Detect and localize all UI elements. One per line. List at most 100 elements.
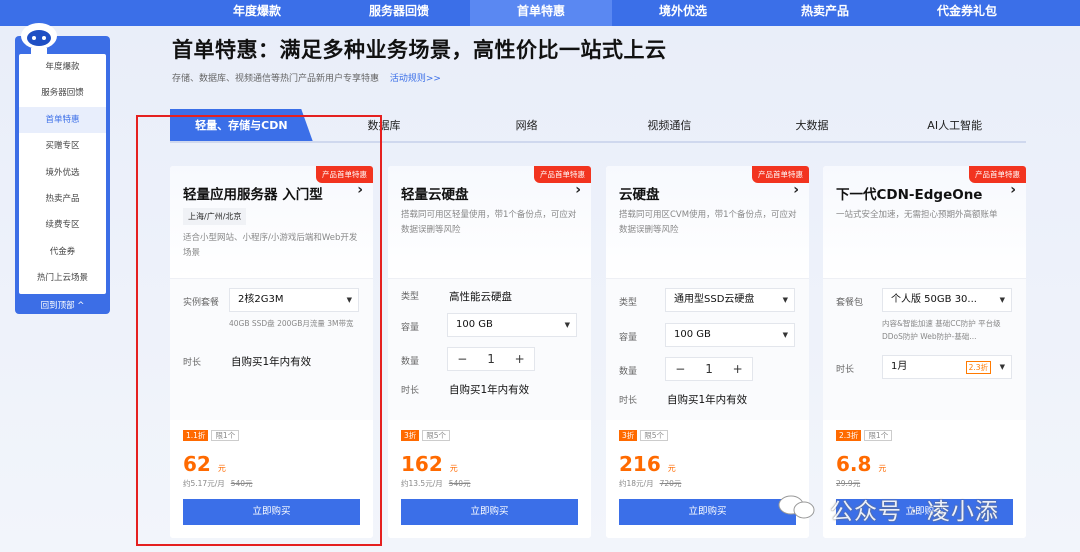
nav-annual[interactable]: 年度爆款 bbox=[186, 0, 328, 26]
side-item-first-order[interactable]: 首单特惠 bbox=[19, 106, 106, 134]
product-desc: 搭载同可用区CVM使用，带1个备份点，可应对数据误删等风险 bbox=[619, 210, 797, 235]
promo-ribbon: 产品首单特惠 bbox=[534, 166, 591, 183]
buy-button[interactable]: 立即购买 bbox=[401, 499, 578, 525]
nav-server[interactable]: 服务器回馈 bbox=[328, 0, 470, 26]
original-price: 540元 bbox=[448, 479, 471, 488]
product-desc: 一站式安全加速，无需担心预期外高额账单 bbox=[836, 210, 998, 220]
quantity-value[interactable]: 1 bbox=[695, 358, 724, 380]
nav-hot[interactable]: 热卖产品 bbox=[754, 0, 896, 26]
mascot-icon bbox=[21, 23, 57, 54]
product-card-light-disk: 产品首单特惠 轻量云硬盘 › 搭载同可用区轻量使用，带1个备份点，可应对数据误删… bbox=[388, 166, 591, 538]
top-nav: 年度爆款 服务器回馈 首单特惠 境外优选 热卖产品 代金券礼包 bbox=[0, 0, 1080, 26]
type-value: 高性能云硬盘 bbox=[449, 291, 512, 303]
subtitle-text: 存储、数据库、视频通信等热门产品新用户专享特惠 bbox=[172, 74, 380, 84]
side-item-scenes[interactable]: 热门上云场景 bbox=[19, 265, 106, 291]
quantity-value[interactable]: 1 bbox=[477, 348, 506, 370]
side-item-renew[interactable]: 续费专区 bbox=[19, 212, 106, 238]
duration-value: 自购买1年内有效 bbox=[667, 394, 748, 406]
tab-network[interactable]: 网络 bbox=[455, 109, 598, 141]
nav-overseas[interactable]: 境外优选 bbox=[612, 0, 754, 26]
price-unit: 元 bbox=[667, 464, 676, 473]
page-subtitle: 存储、数据库、视频通信等热门产品新用户专享特惠 活动规则>> bbox=[172, 71, 441, 84]
minus-icon[interactable]: − bbox=[666, 358, 695, 380]
duration-label: 时长 bbox=[836, 365, 855, 375]
type-select[interactable]: 通用型SSD云硬盘 ▼ bbox=[665, 288, 795, 312]
product-name[interactable]: 云硬盘 bbox=[619, 183, 660, 203]
product-desc: 搭载同可用区轻量使用，带1个备份点，可应对数据误删等风险 bbox=[401, 210, 577, 235]
buy-button[interactable]: 立即购买 bbox=[619, 499, 796, 525]
price-sub: 29.9元 bbox=[836, 478, 860, 489]
nav-first-order[interactable]: 首单特惠 bbox=[470, 0, 612, 26]
package-label: 套餐包 bbox=[836, 298, 864, 308]
quantity-stepper[interactable]: − 1 + bbox=[665, 357, 753, 381]
promo-ribbon: 产品首单特惠 bbox=[752, 166, 809, 183]
price-unit: 元 bbox=[878, 464, 887, 473]
promo-ribbon: 产品首单特惠 bbox=[969, 166, 1026, 183]
duration-select-value: 1月 bbox=[891, 361, 908, 372]
capacity-select[interactable]: 100 GB ▼ bbox=[665, 323, 795, 347]
package-select-value: 个人版 50GB 30... bbox=[891, 294, 977, 305]
product-name[interactable]: 轻量云硬盘 bbox=[401, 183, 469, 203]
limit-badge: 限1个 bbox=[864, 430, 893, 441]
chevron-right-icon[interactable]: › bbox=[575, 182, 581, 198]
plus-icon[interactable]: + bbox=[505, 348, 534, 370]
type-label: 类型 bbox=[619, 298, 638, 308]
monthly-price: 约13.5元/月 bbox=[401, 479, 443, 488]
plus-icon[interactable]: + bbox=[723, 358, 752, 380]
side-item-hot[interactable]: 热卖产品 bbox=[19, 186, 106, 212]
caret-down-icon: ▼ bbox=[564, 321, 570, 329]
monthly-price: 约18元/月 bbox=[619, 479, 654, 488]
price-unit: 元 bbox=[449, 464, 458, 473]
caret-down-icon: ▼ bbox=[782, 331, 788, 339]
price: 6.8 元 bbox=[836, 452, 886, 476]
card-options: 类型 通用型SSD云硬盘 ▼ 容量 100 GB ▼ 数量 − 1 + 时长 自… bbox=[606, 278, 809, 420]
side-item-server[interactable]: 服务器回馈 bbox=[19, 80, 106, 106]
price-area: 3折 限5个 216 元 约18元/月 720元 立即购买 bbox=[606, 420, 809, 538]
chevron-right-icon[interactable]: › bbox=[1010, 182, 1016, 198]
price-sub: 约18元/月 720元 bbox=[619, 478, 681, 489]
type-select-value: 通用型SSD云硬盘 bbox=[674, 294, 755, 305]
discount-badge: 2.3折 bbox=[836, 430, 862, 441]
side-item-annual[interactable]: 年度爆款 bbox=[19, 54, 106, 80]
watermark: 公众号 · 凌小添 bbox=[830, 499, 999, 525]
package-select[interactable]: 个人版 50GB 30... ▼ bbox=[882, 288, 1012, 312]
side-nav: 年度爆款 服务器回馈 首单特惠 买赠专区 境外优选 热卖产品 续费专区 代金券 … bbox=[15, 23, 110, 314]
type-label: 类型 bbox=[401, 292, 420, 302]
back-to-top-button[interactable]: 回到顶部 ^ bbox=[15, 299, 110, 311]
duration-discount: 2.3折 bbox=[965, 361, 991, 374]
capacity-select-value: 100 GB bbox=[456, 319, 493, 330]
discount-badges: 3折 限5个 bbox=[401, 430, 451, 441]
price-area: 3折 限5个 162 元 约13.5元/月 540元 立即购买 bbox=[388, 420, 591, 538]
card-options: 套餐包 个人版 50GB 30... ▼ 内容&智能加速 基础CC防护 平台级D… bbox=[823, 278, 1026, 420]
product-card-edgeone: 产品首单特惠 下一代CDN-EdgeOne › 一站式安全加速，无需担心预期外高… bbox=[823, 166, 1026, 538]
discount-badge: 3折 bbox=[401, 430, 420, 441]
price-value: 162 bbox=[401, 452, 443, 476]
highlight-box bbox=[136, 115, 382, 546]
caret-down-icon: ▼ bbox=[999, 363, 1005, 371]
capacity-select[interactable]: 100 GB ▼ bbox=[447, 313, 577, 337]
tab-ai[interactable]: AI人工智能 bbox=[883, 109, 1026, 141]
side-item-overseas[interactable]: 境外优选 bbox=[19, 160, 106, 186]
price-value: 6.8 bbox=[836, 452, 872, 476]
original-price: 720元 bbox=[659, 479, 682, 488]
minus-icon[interactable]: − bbox=[448, 348, 477, 370]
chevron-right-icon[interactable]: › bbox=[793, 182, 799, 198]
discount-badge: 3折 bbox=[619, 430, 638, 441]
tab-bigdata[interactable]: 大数据 bbox=[741, 109, 884, 141]
tab-video[interactable]: 视频通信 bbox=[598, 109, 741, 141]
quantity-stepper[interactable]: − 1 + bbox=[447, 347, 535, 371]
capacity-label: 容量 bbox=[401, 323, 420, 333]
price: 216 元 bbox=[619, 452, 676, 476]
nav-voucher[interactable]: 代金券礼包 bbox=[896, 0, 1038, 26]
product-card-cloud-disk: 产品首单特惠 云硬盘 › 搭载同可用区CVM使用，带1个备份点，可应对数据误删等… bbox=[606, 166, 809, 538]
side-item-voucher[interactable]: 代金券 bbox=[19, 239, 106, 265]
rules-link[interactable]: 活动规则>> bbox=[390, 74, 441, 84]
capacity-label: 容量 bbox=[619, 333, 638, 343]
quantity-label: 数量 bbox=[619, 367, 638, 377]
product-name[interactable]: 下一代CDN-EdgeOne bbox=[836, 183, 982, 203]
capacity-select-value: 100 GB bbox=[674, 329, 711, 340]
card-options: 类型 高性能云硬盘 容量 100 GB ▼ 数量 − 1 + 时长 自购买1年内… bbox=[388, 278, 591, 420]
duration-select[interactable]: 1月 2.3折 ▼ bbox=[882, 355, 1012, 379]
side-item-buy-gift[interactable]: 买赠专区 bbox=[19, 133, 106, 159]
duration-label: 时长 bbox=[619, 396, 638, 406]
